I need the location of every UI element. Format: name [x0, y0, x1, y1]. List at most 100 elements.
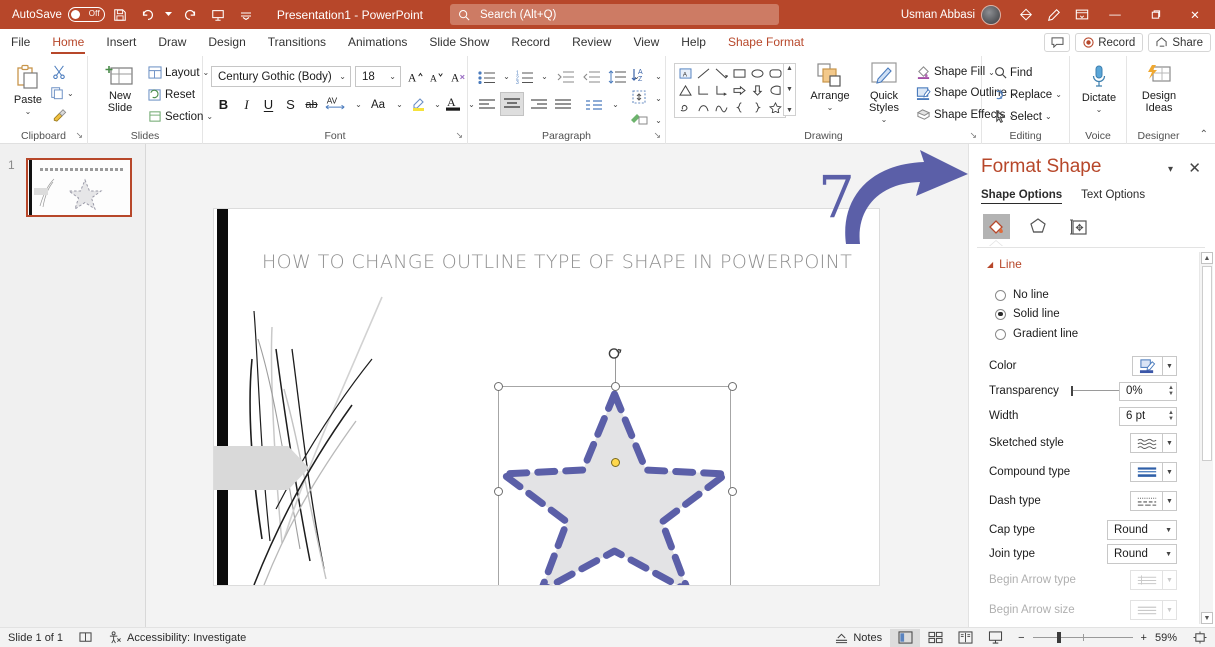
font-color-icon[interactable]: A — [443, 92, 463, 113]
compound-type-caret[interactable]: ▼ — [1162, 462, 1177, 482]
tab-help[interactable]: Help — [670, 29, 717, 56]
tab-animations[interactable]: Animations — [337, 29, 418, 56]
drawing-dialog-launcher[interactable]: ↘ — [969, 130, 977, 141]
panel-menu-caret-icon[interactable]: ▾ — [1168, 164, 1173, 175]
shape-elbow-connector[interactable] — [694, 82, 712, 99]
microsoft-365-diamond-icon[interactable] — [1013, 3, 1039, 27]
zoom-slider[interactable] — [1032, 632, 1133, 643]
minimize-button[interactable]: — — [1095, 0, 1135, 29]
shape-triangle[interactable] — [676, 82, 694, 99]
quick-styles-button[interactable]: Quick Styles ⌄ — [858, 62, 910, 126]
tab-file[interactable]: File — [0, 29, 41, 56]
sketched-style-preview[interactable] — [1130, 433, 1162, 453]
accessibility-button[interactable]: Accessibility: Investigate — [100, 631, 254, 644]
panel-scrollbar[interactable]: ▲ ▼ — [1199, 252, 1213, 624]
slide-sorter-icon[interactable] — [920, 629, 950, 647]
zoom-in-button[interactable]: + — [1141, 632, 1147, 644]
shape-adjustment-handle[interactable] — [611, 458, 620, 467]
dictate-caret-icon[interactable]: ⌄ — [1096, 104, 1103, 116]
shape-line[interactable] — [694, 65, 712, 82]
undo-icon[interactable] — [135, 3, 161, 27]
change-case-button[interactable]: Aa — [366, 94, 390, 115]
panel-scroll-thumb[interactable] — [1202, 266, 1212, 461]
tab-shape-format[interactable]: Shape Format — [717, 29, 815, 56]
transparency-spinner[interactable]: 0% ▲ ▼ — [1119, 381, 1177, 401]
rotation-handle[interactable] — [607, 345, 623, 364]
tab-transitions[interactable]: Transitions — [257, 29, 337, 56]
align-left-icon[interactable] — [476, 94, 498, 115]
notes-button[interactable]: Notes — [827, 632, 890, 644]
zoom-slider-thumb[interactable] — [1056, 632, 1061, 643]
section-collapse-triangle-icon[interactable]: ◢ — [987, 260, 993, 269]
new-slide-button[interactable]: New Slide — [96, 64, 144, 114]
shape-down-arrow[interactable] — [748, 82, 766, 99]
italic-button[interactable]: I — [236, 94, 257, 115]
increase-indent-icon[interactable] — [580, 66, 602, 87]
join-type-combo[interactable]: Round ▼ — [1107, 544, 1177, 564]
numbering-caret-icon[interactable]: ⌄ — [534, 66, 555, 87]
restore-button[interactable] — [1135, 0, 1175, 29]
shape-curve[interactable] — [694, 99, 712, 116]
handle-middle-left[interactable] — [494, 487, 503, 496]
align-right-icon[interactable] — [528, 94, 550, 115]
bold-button[interactable]: B — [213, 94, 234, 115]
reset-button[interactable]: Reset — [148, 88, 195, 101]
shapes-gallery-scrollbar[interactable]: ▲ ▼ ▼ — [783, 63, 796, 116]
shape-left-brace[interactable] — [730, 99, 748, 116]
fit-slide-to-window-icon[interactable] — [1185, 631, 1215, 644]
align-center-icon[interactable] — [500, 92, 524, 116]
close-button[interactable]: ✕ — [1175, 0, 1215, 29]
proofing-icon[interactable] — [71, 631, 100, 644]
decrease-indent-icon[interactable] — [554, 66, 576, 87]
text-shadow-button[interactable]: S — [280, 94, 301, 115]
tab-view[interactable]: View — [622, 29, 670, 56]
avatar[interactable] — [981, 4, 1001, 25]
font-family-caret-icon[interactable]: ⌄ — [339, 72, 346, 81]
slide-title-text[interactable]: HOW TO CHANGE OUTLINE TYPE OF SHAPE IN P… — [262, 251, 852, 273]
gallery-more-icon[interactable]: ▼ — [786, 107, 793, 114]
gallery-scroll-down-icon[interactable]: ▼ — [786, 86, 793, 93]
dash-type-caret[interactable]: ▼ — [1162, 491, 1177, 511]
handle-top-center[interactable] — [611, 382, 620, 391]
design-ideas-button[interactable]: Design Ideas — [1135, 64, 1183, 114]
autosave-toggle[interactable]: Off — [67, 7, 105, 22]
slide-surface[interactable]: HOW TO CHANGE OUTLINE TYPE OF SHAPE IN P… — [214, 209, 879, 585]
columns-caret-icon[interactable]: ⌄ — [605, 94, 626, 115]
font-family-combo[interactable]: Century Gothic (Body) ⌄ — [211, 66, 351, 87]
width-spinner[interactable]: 6 pt ▲ ▼ — [1119, 406, 1177, 426]
line-spacing-icon[interactable] — [606, 66, 628, 87]
select-caret-icon[interactable]: ⌄ — [1045, 112, 1052, 121]
clipboard-dialog-launcher[interactable]: ↘ — [75, 130, 83, 141]
handle-top-right[interactable] — [728, 382, 737, 391]
reading-view-icon[interactable] — [950, 629, 980, 647]
shape-rounded-rectangle[interactable] — [766, 65, 784, 82]
cut-button[interactable] — [52, 65, 66, 79]
handle-middle-right[interactable] — [728, 487, 737, 496]
tab-slide-show[interactable]: Slide Show — [418, 29, 500, 56]
collapse-ribbon-icon[interactable]: ⌃ — [1200, 129, 1208, 140]
tab-home[interactable]: Home — [41, 29, 95, 56]
slide-count-label[interactable]: Slide 1 of 1 — [0, 632, 71, 644]
copy-caret-icon[interactable]: ⌄ — [67, 89, 74, 98]
font-size-caret-icon[interactable]: ⌄ — [389, 72, 396, 81]
arrange-button[interactable]: Arrange ⌄ — [806, 62, 854, 114]
pen-icon[interactable] — [1041, 3, 1067, 27]
numbering-icon[interactable]: 123 — [514, 66, 536, 87]
replace-button[interactable]: bc Replace ⌄ — [994, 88, 1062, 101]
shape-scribble[interactable] — [676, 99, 694, 116]
comments-icon[interactable] — [1044, 33, 1071, 52]
radio-no-line[interactable] — [995, 289, 1006, 301]
format-painter-button[interactable] — [52, 108, 67, 122]
share-button[interactable]: Share — [1148, 33, 1211, 52]
compound-type-preview[interactable] — [1130, 462, 1162, 482]
strikethrough-button[interactable]: ab — [301, 94, 322, 115]
effects-icon[interactable] — [1024, 214, 1051, 239]
bullets-icon[interactable] — [476, 66, 498, 87]
fill-and-line-icon[interactable] — [983, 214, 1010, 239]
change-case-caret-icon[interactable]: ⌄ — [389, 94, 410, 115]
option-gradient-line[interactable]: Gradient line — [995, 328, 1078, 340]
columns-icon[interactable] — [583, 94, 605, 115]
shape-arrow[interactable] — [712, 65, 730, 82]
paste-caret-icon[interactable]: ⌄ — [25, 106, 32, 118]
clear-formatting-icon[interactable]: A — [449, 66, 470, 87]
